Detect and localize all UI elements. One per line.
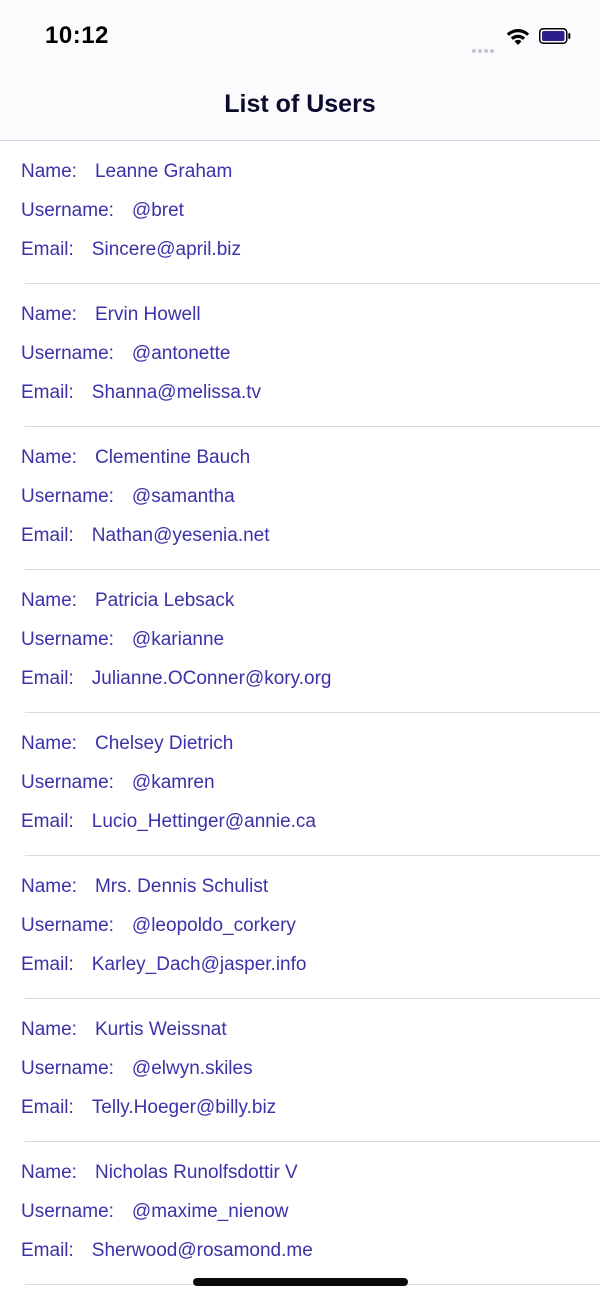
user-card[interactable]: Name: Chelsey Dietrich Username: @kamren E…: [21, 713, 600, 856]
status-bar: 10:12: [0, 0, 600, 70]
user-card[interactable]: Name: Kurtis Weissnat Username: @elwyn.ski…: [21, 999, 600, 1142]
user-email-value: Lucio_Hettinger@annie.ca: [91, 811, 317, 832]
user-username-value: @maxime_nienow: [131, 1201, 289, 1222]
username-label: Username:: [21, 1201, 114, 1222]
user-username-row: Username: @antonette: [21, 343, 230, 369]
user-name-value: Nicholas Runolfsdottir V: [94, 1162, 298, 1183]
username-label: Username:: [21, 629, 114, 650]
user-username-row: Username: @maxime_nienow: [21, 1201, 289, 1227]
user-name-row: Name: Chelsey Dietrich: [21, 733, 233, 759]
cellular-signal-icon: [472, 40, 498, 53]
user-email-row: Email: Telly.Hoeger@billy.biz: [21, 1097, 276, 1123]
name-label: Name:: [21, 304, 77, 325]
user-username-row: Username: @karianne: [21, 629, 224, 655]
user-name-value: Mrs. Dennis Schulist: [94, 876, 269, 897]
user-name-row: Name: Clementine Bauch: [21, 447, 250, 473]
user-name-row: Name: Nicholas Runolfsdottir V: [21, 1162, 298, 1188]
username-label: Username:: [21, 343, 114, 364]
username-label: Username:: [21, 486, 114, 507]
user-name-row: Name: Patricia Lebsack: [21, 590, 234, 616]
username-label: Username:: [21, 1058, 114, 1079]
name-label: Name:: [21, 1162, 77, 1183]
name-label: Name:: [21, 733, 77, 754]
name-label: Name:: [21, 161, 77, 182]
user-email-row: Email: Nathan@yesenia.net: [21, 525, 270, 551]
user-card[interactable]: Name: Patricia Lebsack Username: @karianne…: [21, 570, 600, 713]
email-label: Email:: [21, 382, 74, 403]
name-label: Name:: [21, 876, 77, 897]
user-email-value: Karley_Dach@jasper.info: [91, 954, 307, 975]
user-username-value: @samantha: [131, 486, 235, 507]
username-label: Username:: [21, 915, 114, 936]
user-email-value: Sincere@april.biz: [91, 239, 241, 260]
name-label: Name:: [21, 590, 77, 611]
email-label: Email:: [21, 954, 74, 975]
email-label: Email:: [21, 525, 74, 546]
user-username-row: Username: @bret: [21, 200, 184, 226]
user-email-row: Email: Julianne.OConner@kory.org: [21, 668, 331, 694]
username-label: Username:: [21, 772, 114, 793]
user-name-row: Name: Leanne Graham: [21, 161, 232, 187]
user-username-value: @bret: [131, 200, 184, 221]
user-username-row: Username: @kamren: [21, 772, 215, 798]
user-username-row: Username: @samantha: [21, 486, 235, 512]
home-indicator[interactable]: [193, 1278, 408, 1286]
user-email-row: Email: Sincere@april.biz: [21, 239, 241, 265]
user-email-row: Email: Karley_Dach@jasper.info: [21, 954, 306, 980]
user-card[interactable]: Name: Mrs. Dennis Schulist Username: @leop…: [21, 856, 600, 999]
status-time: 10:12: [45, 22, 109, 49]
user-name-value: Chelsey Dietrich: [94, 733, 234, 754]
user-email-value: Julianne.OConner@kory.org: [91, 668, 332, 689]
user-card[interactable]: Name: Nicholas Runolfsdottir V Username: @…: [21, 1142, 600, 1285]
user-card[interactable]: Name: Leanne Graham Username: @bret Email:…: [21, 141, 600, 284]
user-username-row: Username: @elwyn.skiles: [21, 1058, 253, 1084]
user-email-value: Sherwood@rosamond.me: [91, 1240, 313, 1261]
user-email-row: Email: Lucio_Hettinger@annie.ca: [21, 811, 316, 837]
user-email-value: Telly.Hoeger@billy.biz: [91, 1097, 277, 1118]
user-username-value: @leopoldo_corkery: [131, 915, 296, 936]
user-username-value: @karianne: [131, 629, 225, 650]
user-username-row: Username: @leopoldo_corkery: [21, 915, 296, 941]
navigation-bar: List of Users: [0, 70, 600, 141]
name-label: Name:: [21, 1019, 77, 1040]
user-card[interactable]: Name: Clementine Bauch Username: @samantha…: [21, 427, 600, 570]
email-label: Email:: [21, 668, 74, 689]
battery-icon: [539, 28, 571, 44]
user-username-value: @antonette: [131, 343, 231, 364]
user-list[interactable]: Name: Leanne Graham Username: @bret Email:…: [0, 141, 600, 1285]
user-email-row: Email: Shanna@melissa.tv: [21, 382, 261, 408]
user-name-value: Patricia Lebsack: [94, 590, 235, 611]
name-label: Name:: [21, 447, 77, 468]
user-username-value: @elwyn.skiles: [131, 1058, 253, 1079]
user-name-value: Ervin Howell: [94, 304, 201, 325]
user-name-value: Leanne Graham: [94, 161, 233, 182]
email-label: Email:: [21, 239, 74, 260]
user-name-row: Name: Ervin Howell: [21, 304, 201, 330]
user-email-value: Shanna@melissa.tv: [91, 382, 262, 403]
user-username-value: @kamren: [131, 772, 215, 793]
user-name-value: Kurtis Weissnat: [94, 1019, 227, 1040]
email-label: Email:: [21, 811, 74, 832]
wifi-icon: [506, 29, 530, 45]
email-label: Email:: [21, 1097, 74, 1118]
user-name-value: Clementine Bauch: [94, 447, 251, 468]
user-email-value: Nathan@yesenia.net: [91, 525, 270, 546]
user-name-row: Name: Mrs. Dennis Schulist: [21, 876, 268, 902]
user-card[interactable]: Name: Ervin Howell Username: @antonette Em…: [21, 284, 600, 427]
user-email-row: Email: Sherwood@rosamond.me: [21, 1240, 313, 1266]
email-label: Email:: [21, 1240, 74, 1261]
user-name-row: Name: Kurtis Weissnat: [21, 1019, 227, 1045]
username-label: Username:: [21, 200, 114, 221]
page-title: List of Users: [224, 90, 376, 118]
